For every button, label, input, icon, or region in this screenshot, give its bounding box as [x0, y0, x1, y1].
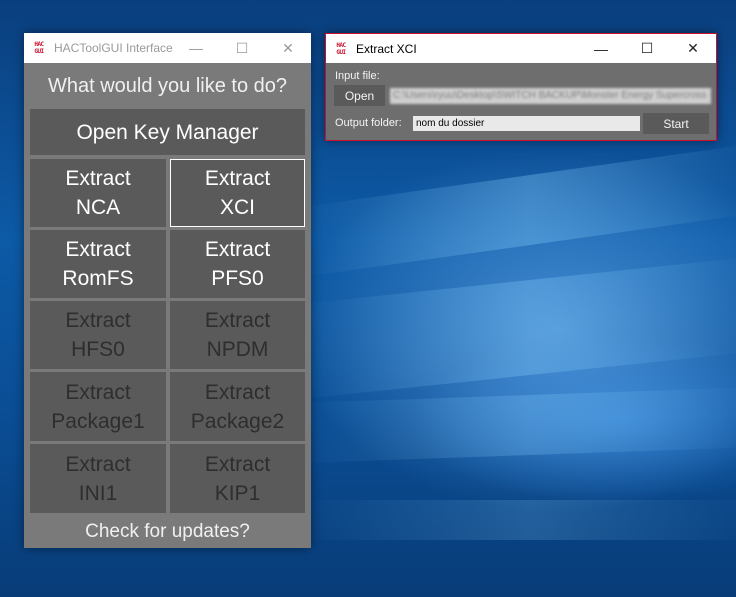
- desktop-light-beam: [300, 500, 736, 540]
- minimize-icon[interactable]: —: [578, 34, 624, 63]
- extract-nca-label: Extract NCA: [65, 167, 131, 219]
- output-folder-input[interactable]: [413, 116, 640, 131]
- extract-npdm-label: Extract NPDM: [204, 309, 271, 361]
- extract-package1-button[interactable]: Extract Package1: [30, 372, 166, 441]
- extract-kip1-label: Extract KIP1: [204, 452, 271, 505]
- extract-ini1-label: Extract INI1: [65, 452, 131, 505]
- hac-gui-icon: HAC GUI: [336, 41, 346, 56]
- minimize-icon[interactable]: —: [173, 33, 219, 63]
- extract-romfs-button[interactable]: Extract RomFS: [30, 230, 166, 298]
- start-button[interactable]: Start: [643, 113, 709, 134]
- maximize-icon[interactable]: ☐: [624, 34, 670, 63]
- desktop-light-beam: [300, 255, 736, 400]
- xci-window-title: Extract XCI: [356, 41, 417, 56]
- extract-kip1-button[interactable]: Extract KIP1: [170, 444, 305, 513]
- close-icon[interactable]: ✕: [265, 33, 311, 63]
- desktop-light-beam: [300, 142, 736, 278]
- extract-ini1-button[interactable]: Extract INI1: [30, 444, 166, 513]
- extract-hfs0-label: Extract HFS0: [65, 309, 131, 361]
- check-updates-link[interactable]: Check for updates?: [24, 518, 311, 546]
- open-file-button[interactable]: Open: [334, 85, 385, 106]
- main-question: What would you like to do?: [47, 75, 288, 97]
- main-titlebar[interactable]: HAC GUI HACToolGUI Interface — ☐ ✕: [24, 33, 311, 63]
- open-key-manager-button[interactable]: Open Key Manager: [30, 109, 305, 155]
- desktop-light-beam: [300, 386, 736, 464]
- main-window-title: HACToolGUI Interface: [54, 41, 173, 55]
- hac-gui-icon: HAC GUI: [34, 41, 44, 55]
- extract-package1-label: Extract Package1: [51, 380, 145, 433]
- extract-hfs0-button[interactable]: Extract HFS0: [30, 301, 166, 369]
- extract-xci-window: HAC GUI Extract XCI — ☐ ✕ Input file: Op…: [325, 33, 717, 141]
- open-key-manager-label: Open Key Manager: [76, 120, 259, 144]
- hactoolgui-window: HAC GUI HACToolGUI Interface — ☐ ✕ What …: [24, 33, 311, 548]
- maximize-icon[interactable]: ☐: [219, 33, 265, 63]
- input-file-path: C:\Users\ryuu\Desktop\SWITCH BACKUP\Mons…: [390, 88, 711, 104]
- extract-npdm-button[interactable]: Extract NPDM: [170, 301, 305, 369]
- output-folder-label: Output folder:: [335, 117, 402, 129]
- xci-titlebar[interactable]: HAC GUI Extract XCI — ☐ ✕: [326, 34, 716, 63]
- extract-package2-button[interactable]: Extract Package2: [170, 372, 305, 441]
- close-icon[interactable]: ✕: [670, 34, 716, 63]
- input-file-label: Input file:: [335, 70, 380, 82]
- extract-pfs0-label: Extract PFS0: [204, 238, 271, 290]
- extract-xci-button[interactable]: Extract XCI: [170, 159, 305, 227]
- extract-romfs-label: Extract RomFS: [62, 238, 134, 290]
- extract-pfs0-button[interactable]: Extract PFS0: [170, 230, 305, 298]
- extract-package2-label: Extract Package2: [190, 380, 285, 433]
- extract-xci-label: Extract XCI: [204, 167, 271, 219]
- extract-nca-button[interactable]: Extract NCA: [30, 159, 166, 227]
